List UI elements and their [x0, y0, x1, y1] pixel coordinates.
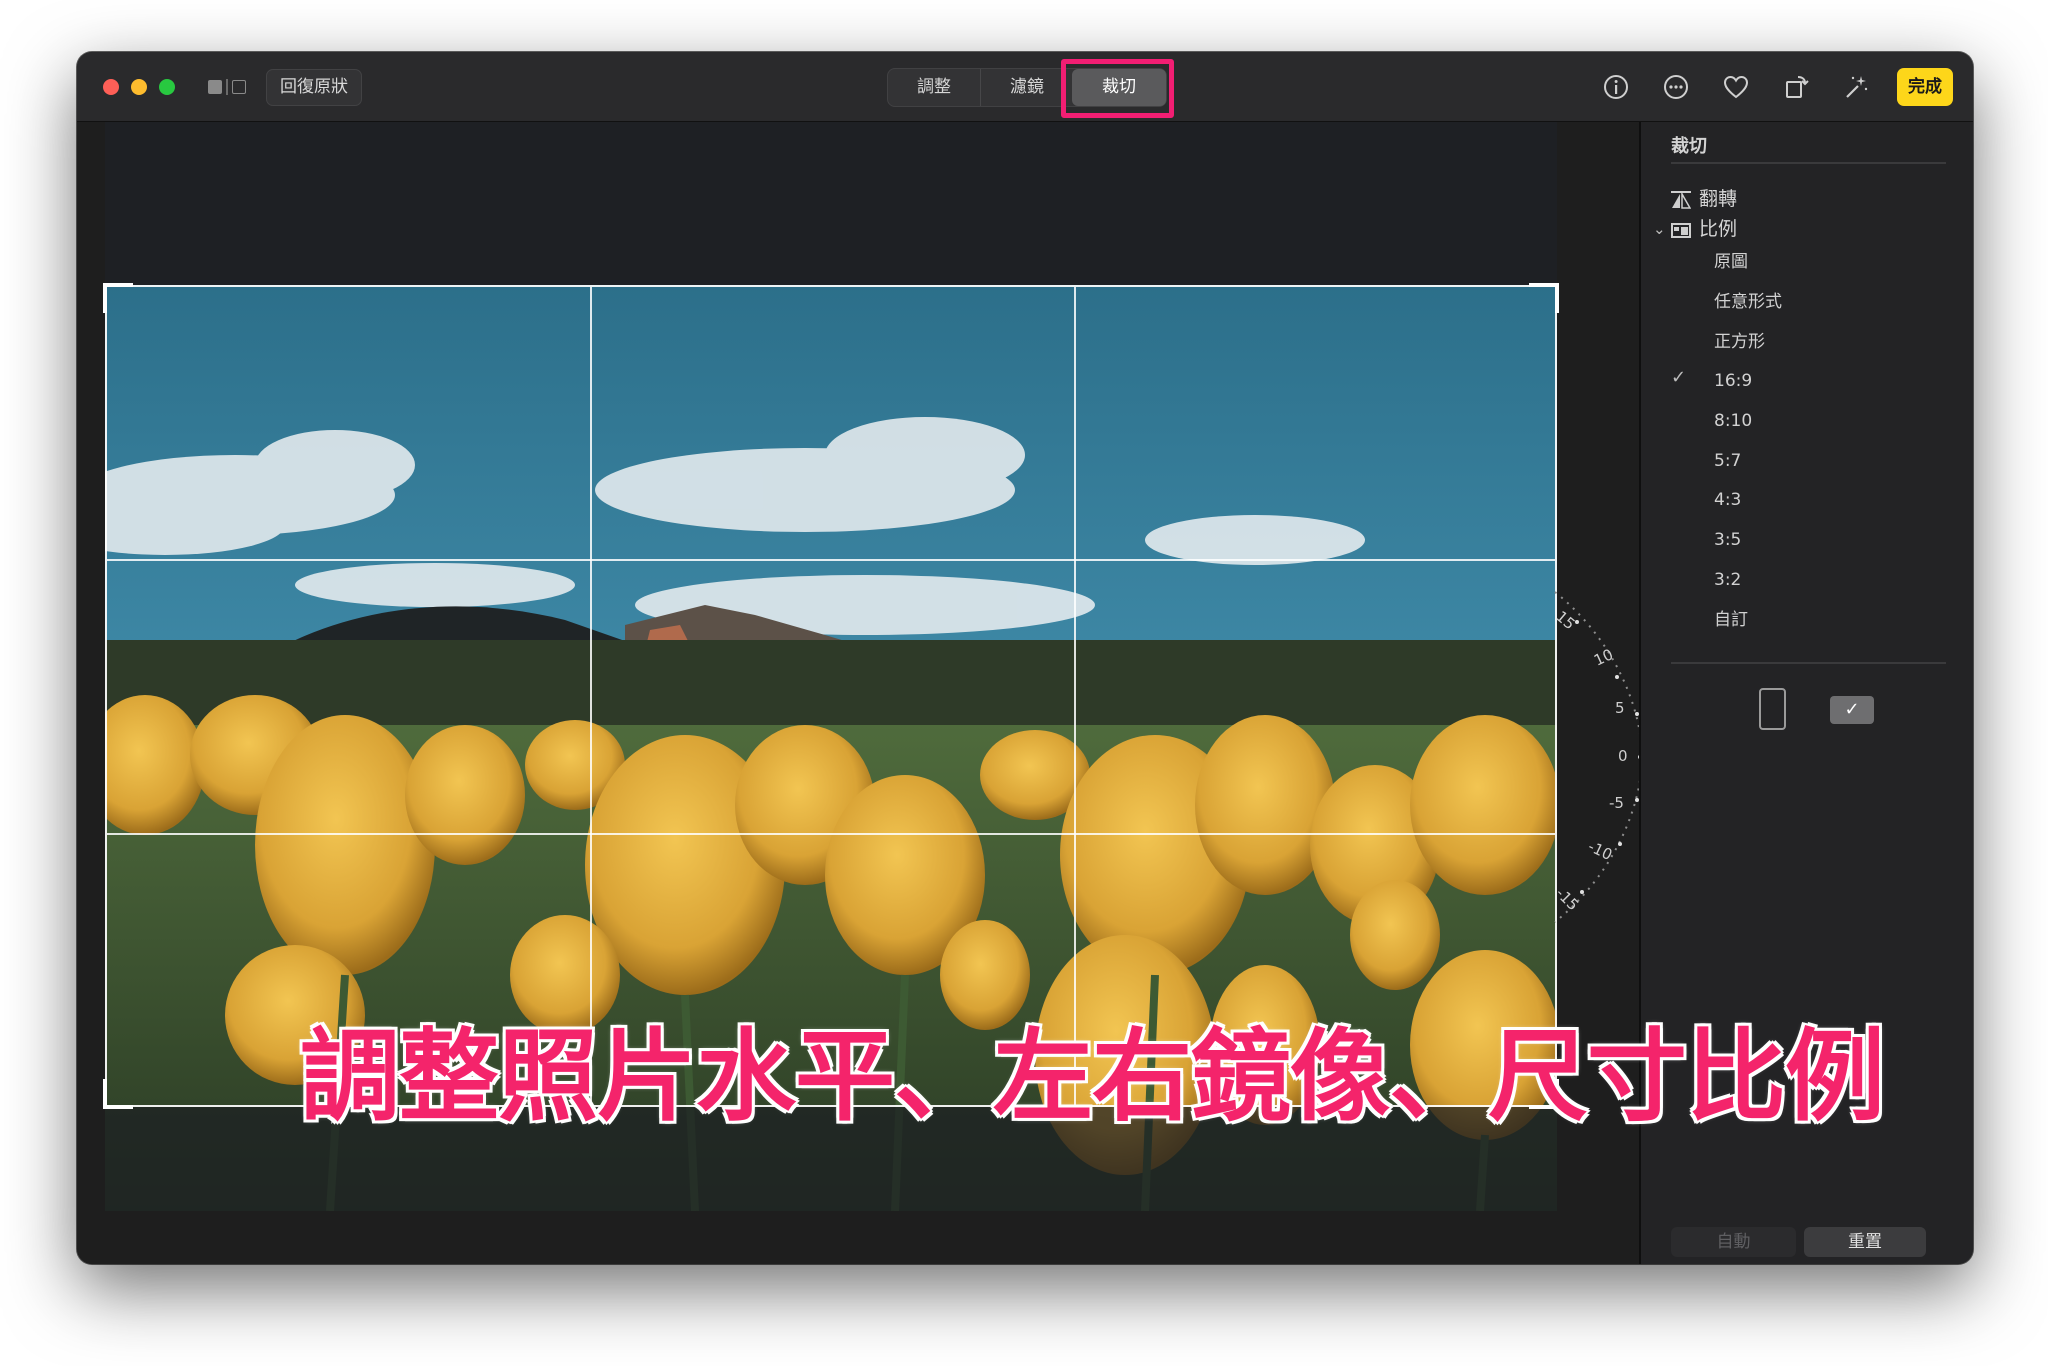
- ratio-square[interactable]: 正方形: [1714, 328, 1765, 356]
- dial-label-minus5: -5: [1609, 794, 1624, 812]
- ratio-3-2[interactable]: 3:2: [1714, 566, 1741, 594]
- done-button[interactable]: 完成: [1897, 68, 1953, 106]
- dial-label-0: 0: [1618, 747, 1628, 765]
- close-window-button[interactable]: [103, 79, 119, 95]
- flip-button[interactable]: 翻轉: [1671, 184, 1737, 214]
- revert-to-original-button[interactable]: 回復原狀: [266, 69, 362, 106]
- minimize-window-button[interactable]: [131, 79, 147, 95]
- ratio-16-9[interactable]: 16:9: [1714, 367, 1752, 395]
- sidebar-title: 裁切: [1671, 136, 1707, 157]
- portrait-orientation-button[interactable]: [1759, 688, 1786, 730]
- ratio-5-7[interactable]: 5:7: [1714, 447, 1741, 475]
- aspect-ratio-icon: [1671, 222, 1691, 238]
- aspect-section-header[interactable]: 比例: [1671, 214, 1737, 244]
- crop-outside-top-dim: [105, 122, 1557, 285]
- dial-label-10: 10: [1591, 645, 1616, 669]
- ratio-freeform[interactable]: 任意形式: [1714, 288, 1782, 316]
- zoom-window-button[interactable]: [159, 79, 175, 95]
- flip-label: 翻轉: [1699, 188, 1738, 210]
- auto-button[interactable]: 自動: [1671, 1227, 1796, 1257]
- ratio-original[interactable]: 原圖: [1714, 248, 1748, 276]
- crop-handle-top-right[interactable]: [1529, 283, 1559, 313]
- chevron-down-icon[interactable]: ⌄: [1653, 220, 1666, 238]
- reset-button[interactable]: 重置: [1804, 1227, 1926, 1257]
- flip-icon: [1671, 190, 1691, 209]
- divider: [1671, 662, 1946, 664]
- more-icon[interactable]: [1661, 72, 1691, 102]
- aspect-label: 比例: [1699, 218, 1738, 240]
- dial-label-5: 5: [1615, 699, 1625, 717]
- ratio-8-10[interactable]: 8:10: [1714, 407, 1752, 435]
- ratio-custom[interactable]: 自訂: [1714, 606, 1748, 634]
- info-icon[interactable]: [1601, 72, 1631, 102]
- dial-label-15: 15: [1552, 607, 1578, 633]
- crop-frame[interactable]: [103, 283, 1559, 1109]
- caption-overlay-text: 調整照片水平、左右鏡像、尺寸比例: [298, 1016, 1887, 1137]
- ratio-3-5[interactable]: 3:5: [1714, 526, 1741, 554]
- crop-handle-top-left[interactable]: [103, 283, 133, 313]
- dial-label-minus10: -10: [1585, 837, 1615, 864]
- checkmark-icon: ✓: [1671, 367, 1687, 388]
- tab-adjust[interactable]: 調整: [888, 69, 980, 106]
- heart-icon[interactable]: [1721, 72, 1751, 102]
- compare-toggle-icon[interactable]: [208, 79, 248, 95]
- magic-wand-icon[interactable]: [1841, 72, 1871, 102]
- ratio-4-3[interactable]: 4:3: [1714, 486, 1741, 514]
- rotate-icon[interactable]: [1781, 72, 1811, 102]
- dial-label-minus15: -15: [1552, 884, 1582, 914]
- tab-filters[interactable]: 濾鏡: [980, 69, 1073, 106]
- toolbar: 回復原狀 調整 濾鏡 裁切 完成: [77, 52, 1973, 122]
- divider: [1671, 162, 1946, 164]
- landscape-orientation-button[interactable]: ✓: [1830, 696, 1874, 724]
- crop-handle-bottom-left[interactable]: [103, 1079, 133, 1109]
- crop-tab-highlight-annotation: [1061, 59, 1174, 118]
